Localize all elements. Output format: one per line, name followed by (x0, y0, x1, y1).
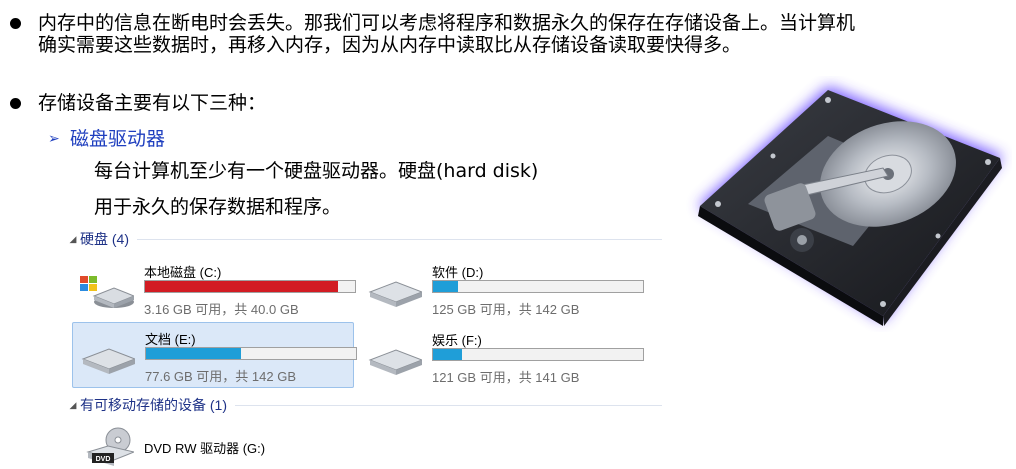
usage-fill (433, 349, 463, 360)
usage-bar (432, 280, 644, 293)
usage-fill (433, 281, 459, 292)
drive-explorer-panel: ◢ 硬盘 (4) 本地磁盘 (C:) 3.16 GB 可用，共 40.0 GB … (66, 226, 662, 469)
collapse-triangle-icon[interactable]: ◢ (66, 400, 80, 411)
drive-free-space: 77.6 GB 可用，共 142 GB (145, 369, 297, 384)
dvd-drive-icon: DVD (86, 427, 134, 466)
drive-free-space: 125 GB 可用，共 142 GB (432, 302, 580, 317)
bullet-dot-icon (10, 98, 21, 109)
collapse-triangle-icon[interactable]: ◢ (66, 234, 80, 245)
description-line2: 用于永久的保存数据和程序。 (94, 196, 342, 218)
drive-name: 本地磁盘 (C:) (144, 265, 222, 280)
divider (235, 404, 662, 406)
usage-bar (432, 348, 644, 361)
bullet-dot-icon (10, 18, 21, 29)
usage-fill (145, 281, 339, 292)
hard-drive-icon (368, 349, 422, 375)
group-title: 硬盘 (4) (80, 231, 129, 247)
bullet-text-line2: 确实需要这些数据时，再移入内存，因为从内存中读取比从存储设备读取要快得多。 (38, 34, 742, 56)
windows-system-drive-icon (80, 276, 134, 308)
hard-drive-icon (81, 348, 135, 374)
usage-bar (145, 347, 357, 360)
svg-text:DVD: DVD (96, 456, 111, 463)
description-line1: 每台计算机至少有一个硬盘驱动器。硬盘(hard disk) (94, 160, 539, 182)
drive-c[interactable]: 本地磁盘 (C:) 3.16 GB 可用，共 40.0 GB (72, 256, 356, 318)
drive-f[interactable]: 娱乐 (F:) 121 GB 可用，共 141 GB (360, 324, 644, 386)
sub-item-label: 磁盘驱动器 (70, 128, 166, 150)
arrow-bullet-icon: ➢ (48, 131, 60, 147)
sub-item-disk-drive: ➢ 磁盘驱动器 (48, 124, 165, 151)
usage-bar (144, 280, 356, 293)
drive-free-space: 121 GB 可用，共 141 GB (432, 370, 580, 385)
drive-free-space: 3.16 GB 可用，共 40.0 GB (144, 302, 299, 317)
bullet-text-line1: 内存中的信息在断电时会丢失。那我们可以考虑将程序和数据永久的保存在存储设备上。当… (38, 12, 856, 34)
hard-drive-icon (368, 281, 422, 307)
bullet-text: 存储设备主要有以下三种： (38, 92, 267, 114)
drive-name: 娱乐 (F:) (432, 333, 482, 348)
usage-fill (146, 348, 241, 359)
drive-name: 文档 (E:) (145, 332, 196, 347)
group-title: 有可移动存储的设备 (1) (80, 397, 227, 413)
drive-g-dvd[interactable]: DVD DVD RW 驱动器 (G:) (72, 424, 354, 468)
hard-disk-photo (698, 86, 1003, 326)
hard-disks-group-header[interactable]: ◢ 硬盘 (4) (66, 230, 662, 248)
drive-name: DVD RW 驱动器 (G:) (144, 441, 266, 456)
divider (137, 238, 662, 240)
drive-d[interactable]: 软件 (D:) 125 GB 可用，共 142 GB (360, 256, 644, 318)
removable-group-header[interactable]: ◢ 有可移动存储的设备 (1) (66, 396, 662, 414)
drive-e[interactable]: 文档 (E:) 77.6 GB 可用，共 142 GB (72, 322, 357, 388)
drive-name: 软件 (D:) (432, 265, 484, 280)
